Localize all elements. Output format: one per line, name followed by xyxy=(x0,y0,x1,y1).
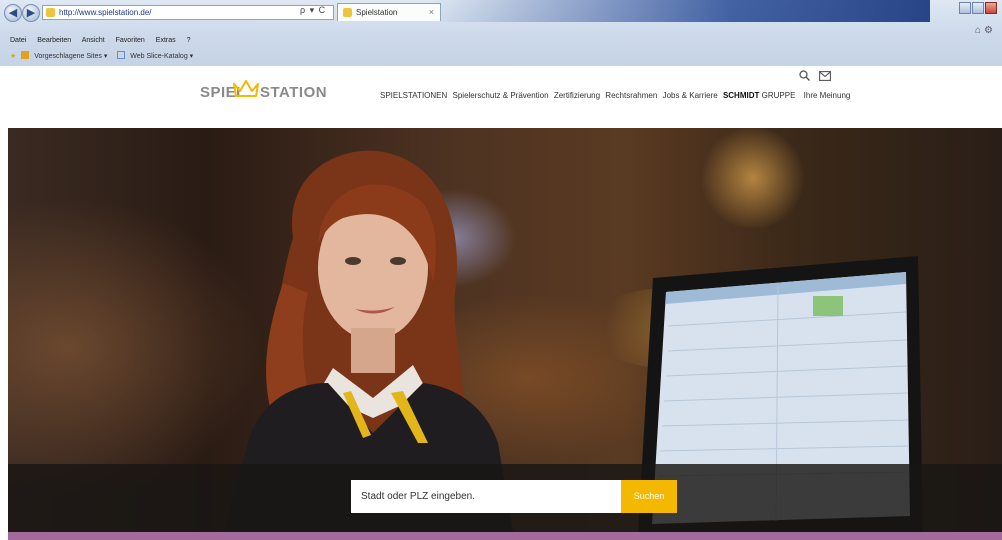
title-bar xyxy=(430,0,930,22)
gear-icon[interactable]: ⚙ xyxy=(984,25,996,36)
tab-favicon-icon xyxy=(343,8,352,17)
menu-item-help[interactable]: ? xyxy=(187,37,191,44)
nav-gruppe-text: GRUPPE xyxy=(761,91,796,100)
header-icons xyxy=(799,70,837,84)
nav-item-ihre-meinung[interactable]: Ihre Meinung xyxy=(804,91,851,100)
nav-item-spielstationen[interactable]: SPIELSTATIONEN xyxy=(380,91,447,100)
browser-tab[interactable]: Spielstation × xyxy=(337,3,441,21)
minimize-icon[interactable] xyxy=(959,2,971,14)
address-bar[interactable]: http://www.spielstation.de/ xyxy=(42,5,334,20)
maximize-icon[interactable] xyxy=(972,2,984,14)
nav-item-schmidt-gruppe[interactable]: SCHMIDT GRUPPE xyxy=(723,91,798,100)
favorite-suggested-sites[interactable]: Vorgeschlagene Sites ▾ xyxy=(34,53,107,60)
background-light xyxy=(698,128,808,228)
main-navigation: SPIELSTATIONEN Spielerschutz & Präventio… xyxy=(380,91,853,100)
browser-chrome: ◀ ▶ http://www.spielstation.de/ ρ ▾ C Sp… xyxy=(0,0,1002,67)
menu-bar: Datei Bearbeiten Ansicht Favoriten Extra… xyxy=(0,35,410,47)
mail-icon[interactable] xyxy=(819,70,832,84)
suggested-sites-icon xyxy=(21,51,30,59)
nav-item-zertifizierung[interactable]: Zertifizierung xyxy=(554,91,600,100)
address-tools[interactable]: ρ ▾ C xyxy=(300,5,326,16)
favorites-star-icon[interactable]: ★ xyxy=(10,53,16,60)
search-icon[interactable] xyxy=(799,70,813,84)
search-strip: Suchen xyxy=(8,464,1002,532)
site-favicon-icon xyxy=(46,8,55,17)
menu-item-edit[interactable]: Bearbeiten xyxy=(37,37,71,44)
site-header: SPIEL STATION SPIELSTATIONEN Spielerschu… xyxy=(0,66,1002,128)
back-arrow-icon[interactable]: ◀ xyxy=(4,4,22,22)
tab-close-icon[interactable]: × xyxy=(429,4,434,21)
home-icon[interactable]: ⌂ xyxy=(975,25,984,36)
menu-item-favorites[interactable]: Favoriten xyxy=(116,37,145,44)
page-margin xyxy=(0,128,8,540)
toolbar-icons: ⌂⚙ xyxy=(975,25,996,36)
favorites-bar: ★ Vorgeschlagene Sites ▾ Web Slice-Katal… xyxy=(0,50,510,63)
location-search-input[interactable] xyxy=(351,480,621,513)
menu-item-view[interactable]: Ansicht xyxy=(82,37,105,44)
nav-item-spielerschutz[interactable]: Spielerschutz & Prävention xyxy=(453,91,549,100)
nav-item-jobs-karriere[interactable]: Jobs & Karriere xyxy=(663,91,718,100)
nav-item-rechtsrahmen[interactable]: Rechtsrahmen xyxy=(605,91,657,100)
window-controls xyxy=(958,2,998,16)
close-window-icon[interactable] xyxy=(985,2,997,14)
tab-title: Spielstation xyxy=(356,8,398,17)
address-text: http://www.spielstation.de/ xyxy=(59,8,152,17)
web-slice-icon xyxy=(117,51,126,59)
menu-item-file[interactable]: Datei xyxy=(10,37,26,44)
nav-schmidt-bold: SCHMIDT xyxy=(722,91,760,100)
crown-logo-icon xyxy=(233,80,259,97)
hero-banner: Suchen xyxy=(8,128,1002,532)
forward-arrow-icon[interactable]: ▶ xyxy=(22,4,40,22)
logo-text-station: STATION xyxy=(260,84,328,101)
favorite-web-slice[interactable]: Web Slice-Katalog ▾ xyxy=(130,53,193,60)
search-button[interactable]: Suchen xyxy=(621,480,677,513)
menu-item-tools[interactable]: Extras xyxy=(156,37,176,44)
bottom-color-band xyxy=(8,532,1002,540)
